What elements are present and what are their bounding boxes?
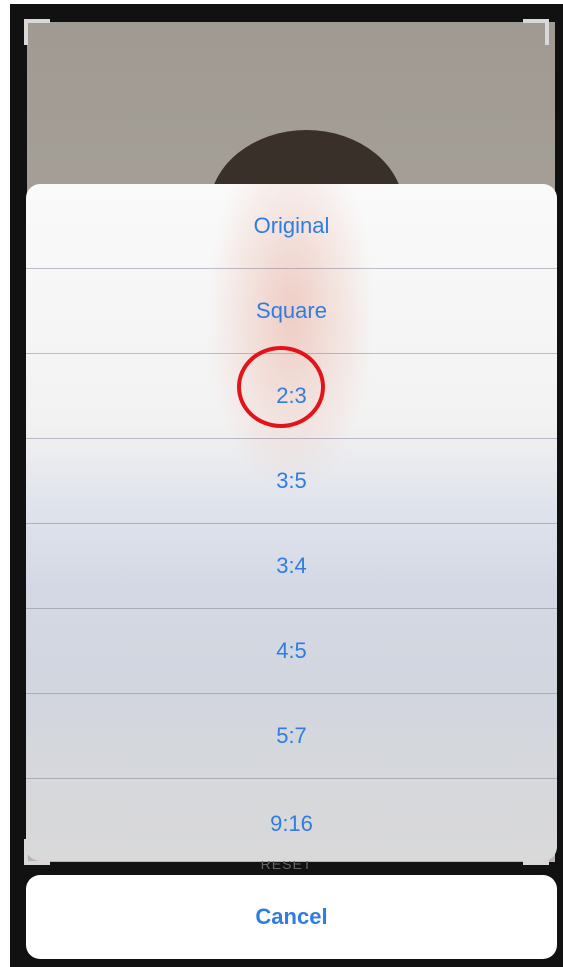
phone-screen: RESET Original Square 2:3 3:5 3:4 4:5 5:… xyxy=(10,4,563,967)
option-3-4[interactable]: 3:4 xyxy=(26,524,557,609)
crop-handle-top-left[interactable] xyxy=(24,19,50,45)
option-5-7[interactable]: 5:7 xyxy=(26,694,557,779)
crop-handle-top-right[interactable] xyxy=(523,19,549,45)
aspect-ratio-action-sheet: Original Square 2:3 3:5 3:4 4:5 5:7 9:16 xyxy=(26,184,557,861)
option-9-16[interactable]: 9:16 xyxy=(26,779,557,861)
option-3-5[interactable]: 3:5 xyxy=(26,439,557,524)
option-4-5[interactable]: 4:5 xyxy=(26,609,557,694)
option-square[interactable]: Square xyxy=(26,269,557,354)
option-2-3[interactable]: 2:3 xyxy=(26,354,557,439)
cancel-button[interactable]: Cancel xyxy=(26,875,557,959)
option-original[interactable]: Original xyxy=(26,184,557,269)
